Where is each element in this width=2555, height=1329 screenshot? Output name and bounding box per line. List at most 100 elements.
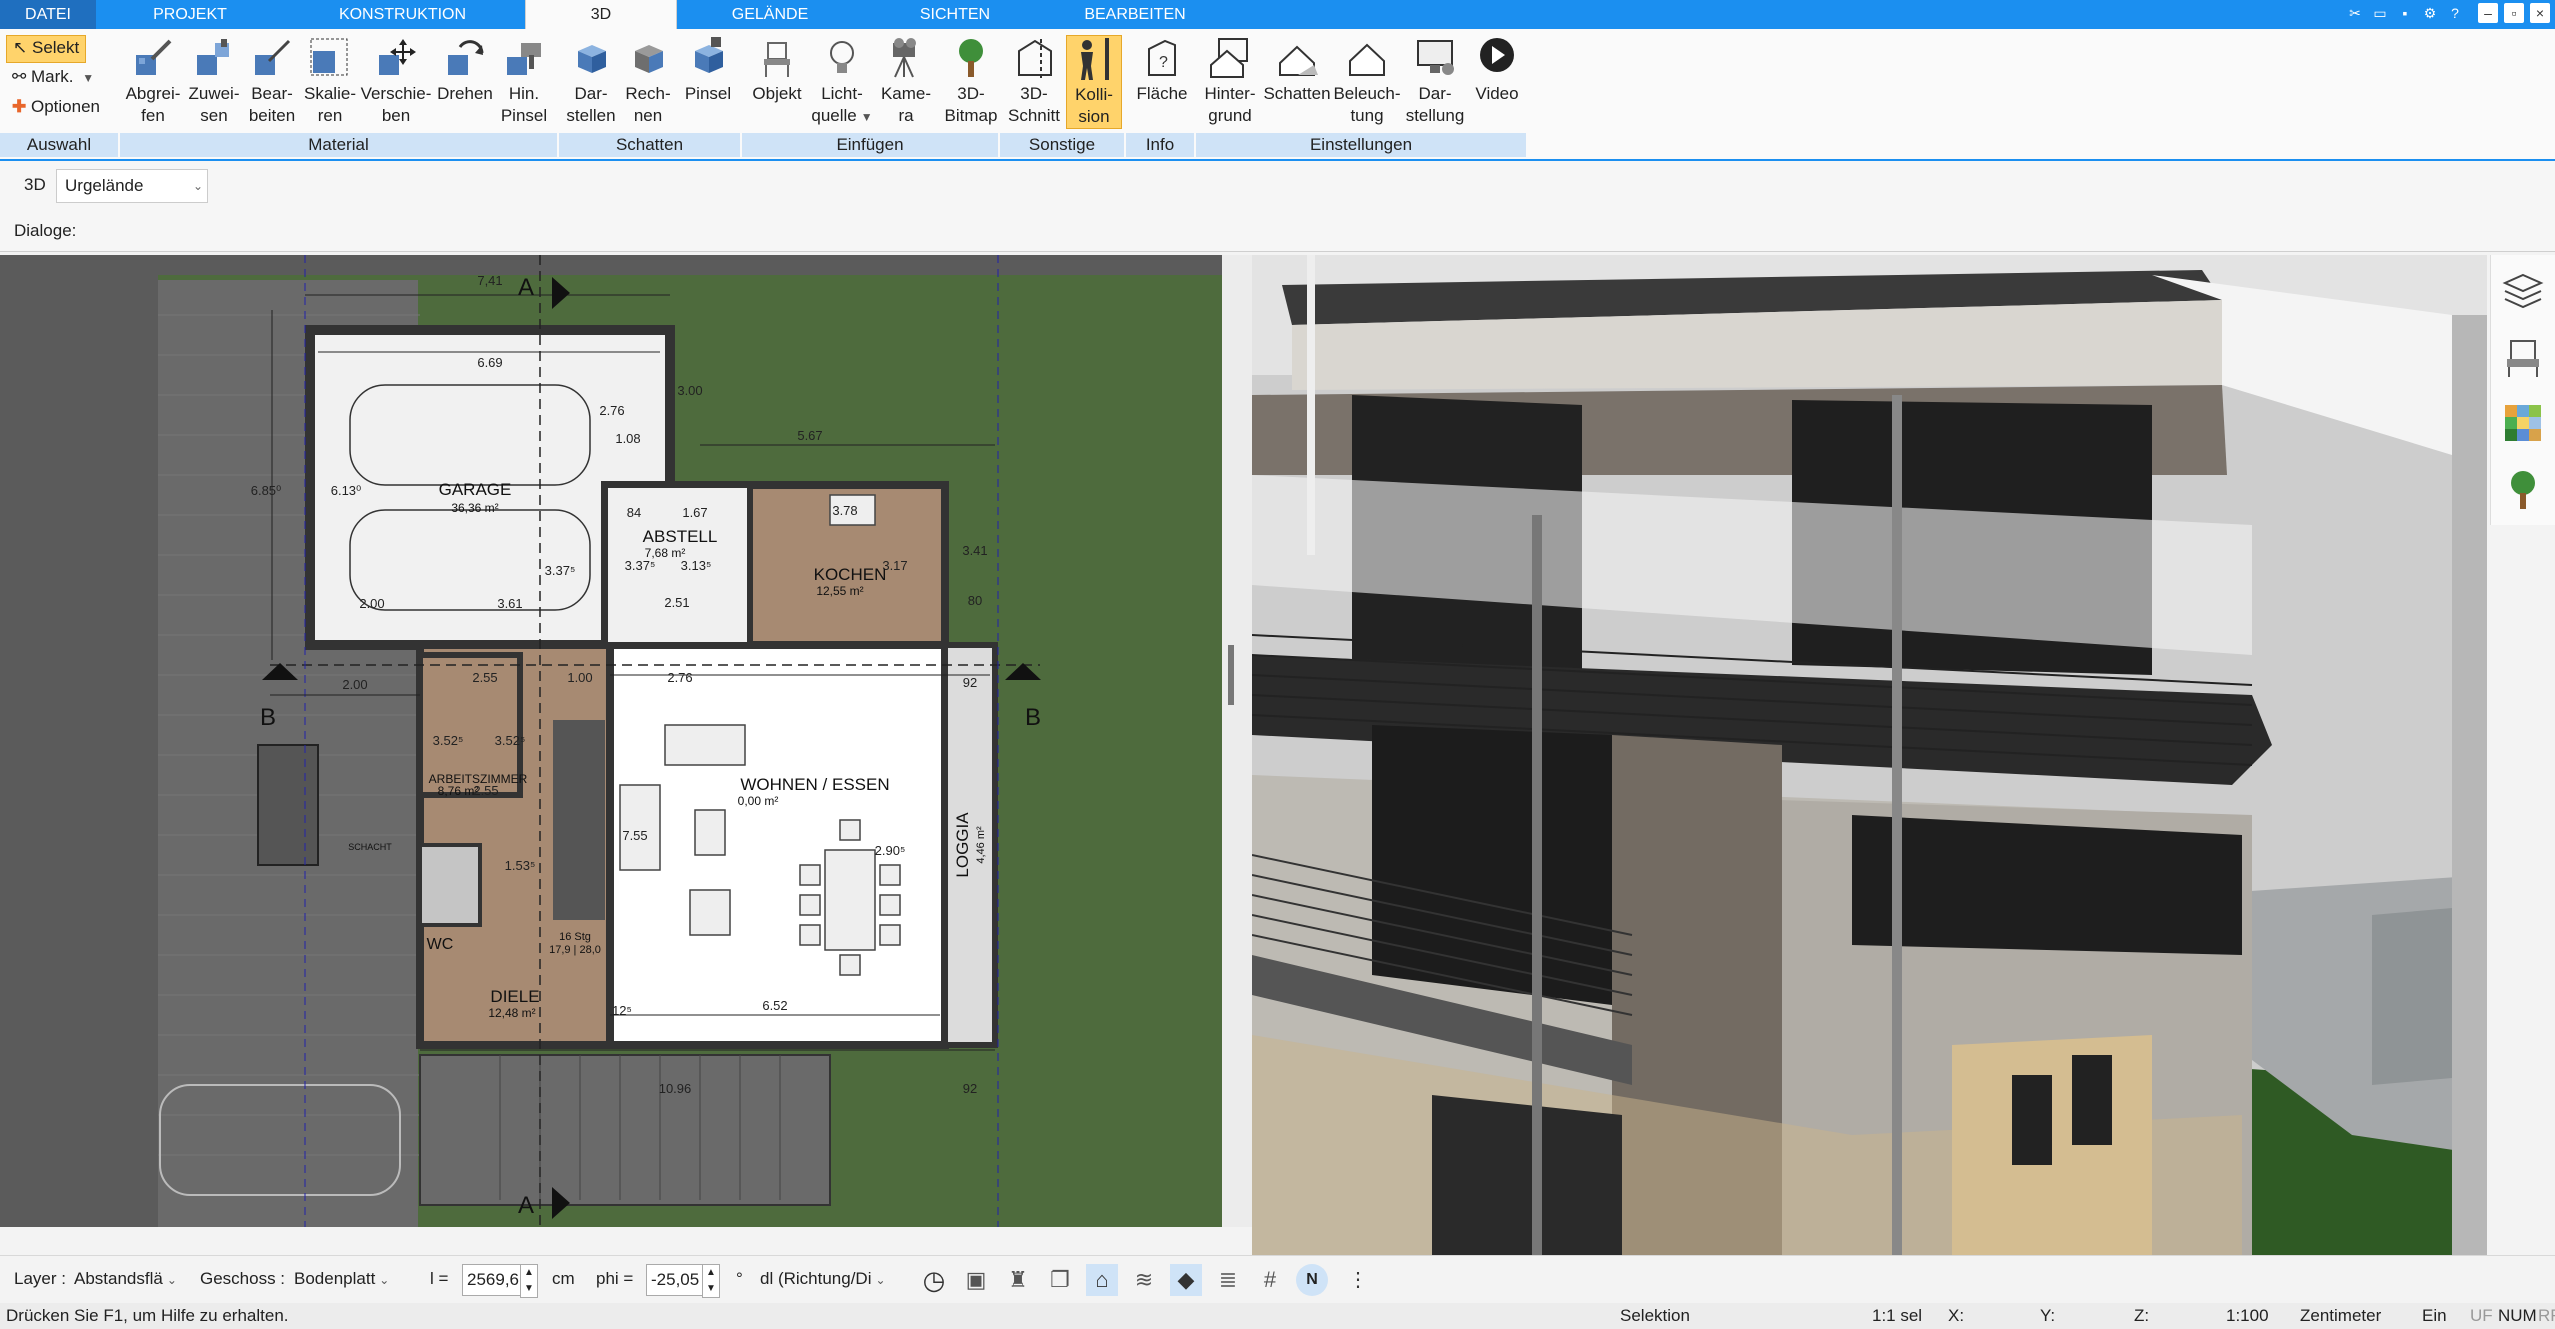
video-button[interactable]: Video [1468, 35, 1526, 105]
chair-icon [764, 42, 790, 77]
plants-icon[interactable] [2501, 467, 2545, 511]
direction-select-value: dl (Richtung/Di [760, 1269, 872, 1288]
abgreifen-button[interactable]: Abgrei-fen [120, 35, 186, 127]
hinpinsel-button[interactable]: Hin. Pinsel [496, 35, 552, 127]
play-icon [1480, 38, 1514, 72]
kamera-label-1: Kame- [880, 84, 932, 103]
floor-plan-canvas[interactable]: 7,41 6.69 5.67 3.00 2.76 1.08 6.85⁰ 6.13… [0, 255, 1222, 1227]
minimize-icon[interactable]: – [2478, 3, 2498, 23]
tab-3d[interactable]: 3D [525, 0, 677, 30]
options-button[interactable]: ✚ Optionen [6, 95, 106, 121]
geschoss-label: Geschoss : [200, 1269, 286, 1288]
length-stepper[interactable]: ▲ ▼ [520, 1264, 538, 1298]
zuweisen-button[interactable]: Zuwei-sen [186, 35, 242, 127]
monitor-icon[interactable]: ▣ [960, 1264, 992, 1296]
settings-icon[interactable]: ⚙ [2420, 3, 2440, 23]
help-icon[interactable]: ? [2445, 3, 2465, 23]
length-input[interactable]: 2569,6 [462, 1264, 528, 1296]
hinpinsel-label-2: Pinsel [500, 106, 548, 125]
schatten-settings-button[interactable]: Schatten [1262, 35, 1332, 105]
objekt-button[interactable]: Objekt [748, 35, 806, 105]
status-bar: Drücken Sie F1, um Hilfe zu erhalten. Se… [0, 1303, 2555, 1329]
beleuchtung-button[interactable]: Beleuch-tung [1333, 35, 1401, 127]
geschoss-select[interactable]: Bodenplatt ⌄ [294, 1264, 404, 1295]
layers-icon[interactable] [2501, 269, 2545, 313]
house-light-icon [1349, 43, 1385, 76]
window-icon[interactable]: ▭ [2370, 3, 2390, 23]
beleuchtung-label-2: tung [1350, 106, 1384, 125]
roof-toggle-icon[interactable]: ⌂ [1086, 1264, 1118, 1296]
tab-sichten[interactable]: SICHTEN [880, 0, 1030, 29]
floor-plan-view[interactable]: 7,41 6.69 5.67 3.00 2.76 1.08 6.85⁰ 6.13… [0, 255, 1222, 1227]
select-label: Selekt [31, 38, 80, 57]
bearbeiten-button[interactable]: Bear-beiten [242, 35, 302, 127]
tab-bearbeiten[interactable]: BEARBEITEN [1045, 0, 1225, 29]
furniture-icon[interactable] [2501, 335, 2545, 379]
hintergrund-button[interactable]: Hinter-grund [1200, 35, 1260, 127]
camera-icon [893, 38, 916, 78]
tab-datei[interactable]: DATEI [0, 0, 96, 29]
drehen-button[interactable]: Drehen [434, 35, 496, 105]
status-num: NUM [2498, 1306, 2537, 1325]
skalieren-button[interactable]: Skalie-ren [302, 35, 358, 127]
bins [257, 744, 319, 866]
beleuchtung-label-1: Beleuch- [1333, 84, 1401, 103]
layer-select[interactable]: Abstandsflä ⌄ [74, 1264, 184, 1295]
grid-icon[interactable]: # [1254, 1264, 1286, 1296]
edit-material-icon [255, 39, 291, 75]
tab-projekt[interactable]: PROJEKT [110, 0, 270, 29]
north-icon[interactable]: N [1296, 1264, 1328, 1296]
bitmap-button[interactable]: 3D- Bitmap [940, 35, 1002, 127]
phi-input[interactable]: -25,05 [646, 1264, 708, 1296]
flaeche-button[interactable]: ? Fläche [1130, 35, 1194, 105]
select-button[interactable]: ↖ Selekt [6, 35, 87, 63]
dim-341: 3.41 [962, 543, 987, 558]
bitmap-label-2: Bitmap [944, 106, 998, 125]
verschieben-button[interactable]: Verschie-ben [358, 35, 434, 127]
move-icon [379, 39, 416, 75]
lichtquelle-button[interactable]: Licht-quelle ▼ [810, 35, 874, 128]
pinsel-button[interactable]: Pinsel [680, 35, 736, 105]
layer-label: Layer : [14, 1269, 66, 1288]
schnitt-label-2: Schnitt [1008, 106, 1060, 125]
schnitt-button[interactable]: 3D- Schnitt [1003, 35, 1065, 127]
flaeche-label-1: Fläche [1136, 84, 1188, 103]
copy-icon[interactable]: ❐ [1044, 1264, 1076, 1296]
rechnen-label-2: nen [633, 106, 663, 125]
room-loggia-name: LOGGIA [953, 812, 972, 878]
plane-toggle-icon[interactable]: ◆ [1170, 1264, 1202, 1296]
pane-splitter[interactable] [1222, 255, 1252, 1227]
darstellen-label-1: Dar- [574, 84, 608, 103]
clock-icon[interactable]: ◷ [918, 1264, 950, 1296]
splitter-handle[interactable] [1228, 645, 1234, 705]
terrain-toggle-icon[interactable]: ≋ [1128, 1264, 1160, 1296]
terrain-select[interactable]: Urgelände ⌄ [56, 169, 208, 203]
kamera-button[interactable]: Kame-ra [878, 35, 934, 127]
phi-stepper[interactable]: ▲ ▼ [702, 1264, 720, 1298]
room-garage-area: 36,36 m² [451, 501, 498, 515]
mark-button[interactable]: ⚯ Mark. ▼ [6, 65, 100, 91]
direction-select[interactable]: dl (Richtung/Di ⌄ [760, 1264, 900, 1295]
status-x: X: [1948, 1306, 1965, 1325]
dim-755: 7.55 [622, 828, 647, 843]
3d-render-canvas[interactable] [1252, 255, 2487, 1255]
tab-konstruktion[interactable]: KONSTRUKTION [315, 0, 490, 29]
drehen-label-1: Drehen [437, 84, 493, 103]
room-arbeitszimmer-area: 8,76 m² [438, 784, 479, 798]
more-icon[interactable]: ⋮ [1346, 1264, 1370, 1296]
restore-icon[interactable]: ▫ [2504, 3, 2524, 23]
tab-gelaende[interactable]: GELÄNDE [690, 0, 850, 29]
darstellung-button[interactable]: Dar-stellung [1402, 35, 1468, 127]
chair-toggle-icon[interactable]: ♜ [1002, 1264, 1034, 1296]
rechnen-button[interactable]: Rech-nen [620, 35, 676, 127]
hatch-toggle-icon[interactable]: ≣ [1212, 1264, 1244, 1296]
length-label: l = [430, 1269, 449, 1288]
close-icon[interactable]: × [2530, 3, 2550, 23]
save-icon[interactable]: ▪ [2395, 3, 2415, 23]
skalieren-label-2: ren [317, 106, 343, 125]
3d-view[interactable] [1252, 255, 2487, 1255]
tools-icon[interactable]: ✂ [2345, 3, 2365, 23]
kollision-button[interactable]: Kolli-sion [1066, 35, 1122, 129]
darstellen-button[interactable]: Dar-stellen [563, 35, 619, 127]
materials-icon[interactable] [2501, 401, 2545, 445]
